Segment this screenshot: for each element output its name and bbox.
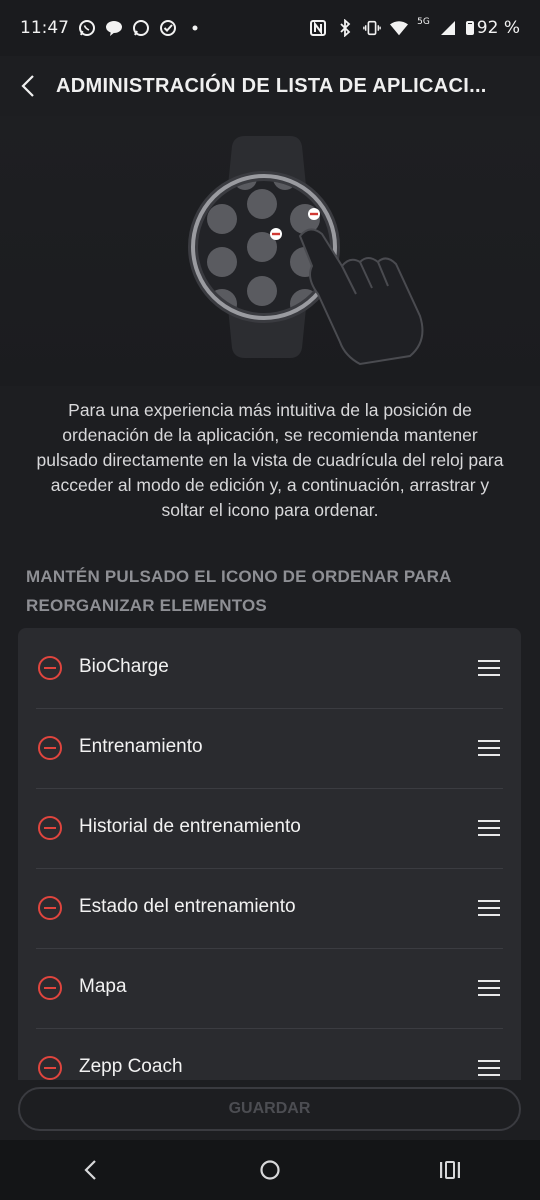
bluetooth-icon <box>336 19 354 37</box>
remove-circle-icon[interactable] <box>37 735 63 761</box>
nav-back-button[interactable] <box>60 1140 120 1200</box>
message-icon <box>132 19 150 37</box>
remove-circle-icon[interactable] <box>37 1055 63 1080</box>
remove-circle-icon[interactable] <box>37 895 63 921</box>
list-item: Estado del entrenamiento <box>18 868 521 948</box>
recents-icon <box>440 1161 460 1179</box>
status-bar: 11:47 5G 92 % <box>0 0 540 56</box>
chat-bubble-icon <box>105 19 123 37</box>
drag-handle-icon[interactable] <box>477 818 501 838</box>
nav-recents-button[interactable] <box>420 1140 480 1200</box>
drag-handle-icon[interactable] <box>477 658 501 678</box>
battery-level: 92 % <box>476 18 520 38</box>
home-icon <box>260 1160 280 1180</box>
back-icon <box>84 1160 96 1180</box>
page-title: ADMINISTRACIÓN DE LISTA DE APLICACI... <box>56 74 487 97</box>
app-list: BioCharge Entrenamiento Historial de ent… <box>18 628 521 1080</box>
chevron-left-icon <box>21 75 34 97</box>
wifi-icon <box>390 19 409 37</box>
drag-handle-icon[interactable] <box>477 738 501 758</box>
check-circle-icon <box>159 19 177 37</box>
list-item: Historial de entrenamiento <box>18 788 521 868</box>
remove-circle-icon[interactable] <box>37 655 63 681</box>
vibrate-icon <box>363 19 381 37</box>
network-type: 5G <box>417 17 430 27</box>
drag-handle-icon[interactable] <box>477 978 501 998</box>
whatsapp-icon <box>78 19 96 37</box>
list-item-label: Estado del entrenamiento <box>79 896 296 917</box>
signal-icon <box>439 19 457 37</box>
watch-drag-illustration <box>188 136 424 366</box>
section-label: MANTÉN PULSADO EL ICONO DE ORDENAR PARA … <box>26 567 451 615</box>
instructions-text: Para una experiencia más intuitiva de la… <box>36 400 504 520</box>
list-item: Mapa <box>18 948 521 1028</box>
list-item: Zepp Coach <box>18 1028 521 1080</box>
list-item-label: Entrenamiento <box>79 736 203 757</box>
list-item-label: Mapa <box>79 976 127 997</box>
drag-handle-icon[interactable] <box>477 1058 501 1078</box>
nav-home-button[interactable] <box>240 1140 300 1200</box>
app-header: ADMINISTRACIÓN DE LISTA DE APLICACI... <box>0 56 540 116</box>
save-button[interactable]: GUARDAR <box>18 1087 521 1131</box>
back-button[interactable] <box>0 56 56 116</box>
remove-circle-icon[interactable] <box>37 975 63 1001</box>
drag-handle-icon[interactable] <box>477 898 501 918</box>
hero-illustration <box>0 116 540 386</box>
dot-icon <box>186 19 204 37</box>
battery-icon <box>465 21 474 35</box>
list-item-label: Zepp Coach <box>79 1056 183 1077</box>
list-item-label: BioCharge <box>79 656 169 677</box>
list-item: BioCharge <box>18 628 521 708</box>
list-item-label: Historial de entrenamiento <box>79 816 301 837</box>
navigation-bar <box>0 1140 540 1200</box>
status-time: 11:47 <box>20 18 69 38</box>
nfc-icon <box>309 19 327 37</box>
remove-circle-icon[interactable] <box>37 815 63 841</box>
list-item: Entrenamiento <box>18 708 521 788</box>
